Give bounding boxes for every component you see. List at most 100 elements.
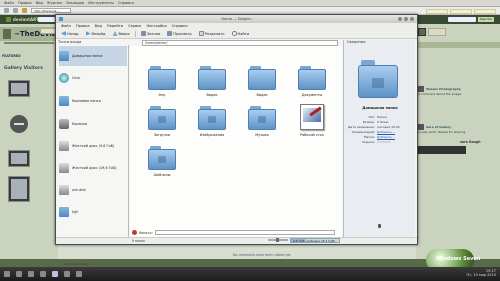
hard-drive-icon <box>59 163 69 173</box>
info-row: Дата изменения: Сегодня 19:02 <box>344 125 416 129</box>
up-button[interactable]: Вверх <box>111 30 132 37</box>
show-desktop-icon[interactable] <box>16 271 22 277</box>
gallery-thumbnail-round[interactable] <box>10 115 28 133</box>
close-icon[interactable] <box>410 17 414 21</box>
dolphin-window: Home — Dolphin Файл Правка Вид Перейти С… <box>55 14 418 245</box>
file-label: Музыка <box>255 133 269 137</box>
add-comment-link[interactable]: Add a Comment: <box>64 262 89 266</box>
file-item[interactable]: tmp <box>142 66 182 97</box>
file-item[interactable]: Шаблоны <box>142 146 182 177</box>
deviantart-search-input[interactable] <box>38 17 56 22</box>
up-label: Вверх <box>118 31 130 36</box>
deviantart-leaf-icon <box>6 17 11 22</box>
forward-label: Вперёд <box>91 31 106 36</box>
root-folder-icon <box>59 96 69 106</box>
browser-menu-history[interactable]: Журнал <box>47 1 62 5</box>
pdf-document-icon <box>300 104 324 130</box>
zoom-slider-handle[interactable] <box>276 238 279 242</box>
file-item[interactable]: Загрузки <box>142 106 182 137</box>
deviantart-tour-button[interactable]: Take the Tour <box>478 17 494 26</box>
system-tray-clock[interactable]: 19:17 Пт, 19 мар 2010 <box>467 269 497 277</box>
deviantart-nav-featured[interactable]: FEATURED <box>2 54 21 58</box>
add-tags-link[interactable]: Добавить... <box>377 135 395 139</box>
profile-avatar[interactable] <box>3 29 11 39</box>
file-item[interactable]: Документы <box>292 66 332 97</box>
browser-forward-icon[interactable] <box>13 8 18 13</box>
browser-back-icon[interactable] <box>4 8 9 13</box>
gallery-thumbnail[interactable] <box>8 80 30 97</box>
commenter-name[interactable]: Visions Photography <box>426 87 461 91</box>
place-trash[interactable]: Корзина <box>59 114 127 134</box>
place-label: Корзина <box>72 122 87 126</box>
clock-date: Пт, 19 мар 2010 <box>466 273 497 277</box>
place-drive-2[interactable]: Жесткий диск (19,6 ГиБ) <box>59 158 127 178</box>
commenter-name[interactable]: sara Gough <box>460 140 481 144</box>
browser-menu-view[interactable]: Вид <box>36 1 43 5</box>
back-button[interactable]: Назад <box>59 30 81 37</box>
minimize-icon[interactable] <box>398 17 402 21</box>
deviantart-left-column <box>0 24 58 259</box>
taskbar-app-icon[interactable] <box>76 271 82 277</box>
place-network[interactable]: Сеть <box>59 68 127 88</box>
toolbar-separator <box>134 30 136 37</box>
commenter-name[interactable]: Sara of Gallery <box>426 125 451 129</box>
deviantart-right-button[interactable] <box>428 28 446 36</box>
split-button[interactable]: Разделить <box>197 30 227 37</box>
filter-input[interactable] <box>154 230 335 235</box>
zoom-slider[interactable] <box>268 238 288 242</box>
file-item[interactable]: Изображения <box>192 106 232 137</box>
music-folder-icon <box>248 106 276 130</box>
file-item[interactable]: Музыка <box>242 106 282 137</box>
place-root[interactable]: Корневая папка <box>59 91 127 111</box>
place-tyjh[interactable]: tyjh <box>59 202 127 222</box>
place-drive-1[interactable]: Жесткий диск (9,6 ГиБ) <box>59 136 127 156</box>
comment-text: A comment about the image <box>418 92 462 96</box>
place-win-disk[interactable]: win-disk <box>59 180 127 200</box>
back-arrow-icon <box>61 31 66 36</box>
rating-stars[interactable]: ☆☆☆☆☆ <box>377 140 390 144</box>
deviantart-left-button[interactable] <box>40 28 56 34</box>
find-button[interactable]: Найти <box>230 30 252 37</box>
taskbar-app-icon[interactable] <box>40 271 46 277</box>
preview-button[interactable]: Просмотр <box>165 30 193 37</box>
add-comment-link[interactable]: Добавить... <box>377 130 395 134</box>
deviantart-logo[interactable]: deviantART <box>6 16 39 23</box>
deviantart-right-avatar[interactable] <box>418 28 426 36</box>
file-item[interactable]: Рабочий стол <box>292 104 332 137</box>
browser-menu-bookmarks[interactable]: Закладки <box>66 1 84 5</box>
browser-reload-icon[interactable] <box>22 8 27 13</box>
info-row: Метки: Добавить... <box>344 135 416 139</box>
browser-menu-help[interactable]: Справка <box>118 1 134 5</box>
browser-menu-file[interactable]: Файл <box>4 1 14 5</box>
browser-menu-edit[interactable]: Правка <box>18 1 32 5</box>
comment-text: Lovely work, thanks for sharing <box>418 130 466 134</box>
forward-button[interactable]: Вперёд <box>84 30 108 37</box>
view-mode-button[interactable]: Значки <box>139 30 163 37</box>
find-label: Найти <box>237 31 250 36</box>
deviantart-search-input-right[interactable] <box>448 17 476 22</box>
taskbar-app-icon[interactable] <box>52 271 58 277</box>
place-label: win-disk <box>72 188 86 192</box>
file-item[interactable]: Видео <box>242 66 282 97</box>
file-item[interactable]: Видео <box>192 66 232 97</box>
panel-grip-icon[interactable] <box>378 224 381 228</box>
browser-url-bar[interactable]: http://thedevia... <box>31 8 71 13</box>
taskbar-app-icon[interactable] <box>64 271 70 277</box>
browser-tab[interactable] <box>474 8 496 14</box>
maximize-icon[interactable] <box>404 17 408 21</box>
comment-item: Sara of Gallery Lovely work, thanks for … <box>418 124 496 134</box>
place-home[interactable]: Домашняя папка <box>59 46 127 66</box>
window-titlebar[interactable]: Home — Dolphin <box>56 15 417 23</box>
downloads-folder-icon <box>148 106 176 130</box>
gallery-thumbnail[interactable] <box>8 150 30 167</box>
gallery-thumbnail[interactable] <box>8 176 30 202</box>
browser-tab[interactable] <box>426 8 448 14</box>
browser-menu-tools[interactable]: Инструменты <box>88 1 114 5</box>
clear-filter-icon[interactable] <box>132 230 137 235</box>
dolphin-app-icon[interactable] <box>59 17 63 21</box>
browser-tab[interactable] <box>450 8 472 14</box>
status-bar: 9 папок <box>56 237 417 244</box>
start-menu-icon[interactable] <box>4 271 10 277</box>
taskbar-app-icon[interactable] <box>28 271 34 277</box>
filter-bar: Фильтр: <box>130 229 342 236</box>
